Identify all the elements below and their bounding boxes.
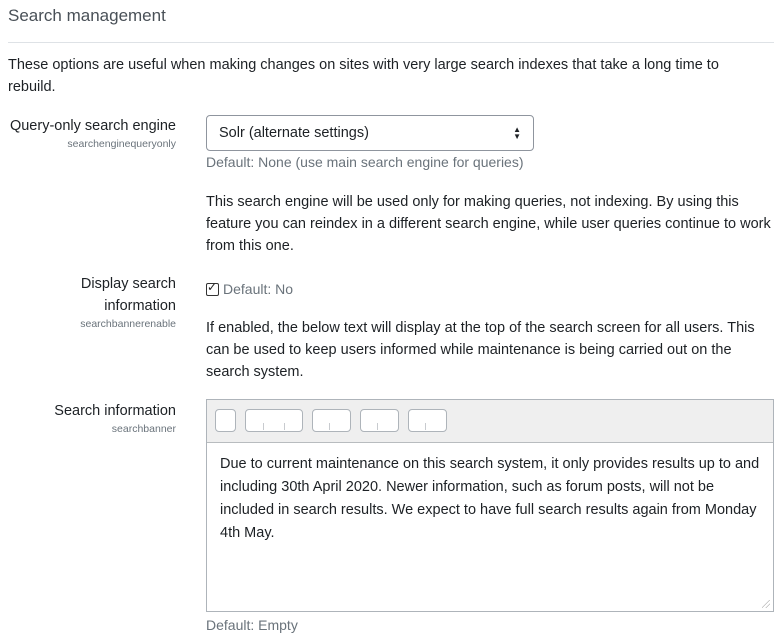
toolbar-separator (329, 423, 330, 430)
query-only-description: This search engine will be used only for… (206, 194, 771, 254)
section-divider (8, 42, 774, 43)
display-info-label-group: Display search information searchbannere… (8, 273, 176, 331)
toolbar-list-button[interactable] (360, 409, 399, 432)
toolbar-paragraph-button[interactable] (245, 409, 303, 432)
query-only-select[interactable]: Solr (alternate settings) ▲ ▼ (206, 115, 534, 151)
checkmark-icon: ✓ (207, 279, 218, 294)
section-intro: These options are useful when making cha… (8, 57, 719, 95)
search-management-page: Search management These options are usef… (0, 0, 783, 636)
display-info-setting-name: searchbannerenable (80, 318, 176, 330)
query-only-field: Solr (alternate settings) ▲ ▼ (206, 115, 534, 151)
toolbar-separator (284, 423, 285, 430)
search-info-label-group: Search information searchbanner (8, 400, 176, 436)
display-info-description: If enabled, the below text will display … (206, 320, 755, 380)
search-info-textarea[interactable]: Due to current maintenance on this searc… (207, 443, 773, 555)
toolbar-separator (263, 423, 264, 430)
search-info-setting-name: searchbanner (111, 423, 176, 435)
toolbar-separator (377, 423, 378, 430)
toolbar-link-button[interactable] (408, 409, 447, 432)
query-only-label: Query-only search engine (9, 118, 176, 134)
toolbar-format-button[interactable] (312, 409, 351, 432)
query-only-label-group: Query-only search engine searchengineque… (8, 115, 176, 151)
query-only-setting-name: searchenginequeryonly (67, 138, 176, 150)
resize-grip-icon[interactable] (762, 600, 770, 608)
section-title: Search management (8, 6, 166, 25)
editor-toolbar (207, 400, 773, 443)
search-info-editor: Due to current maintenance on this searc… (206, 399, 774, 612)
search-info-default: Default: Empty (206, 617, 298, 633)
search-info-label: Search information (54, 403, 176, 419)
toolbar-separator (425, 423, 426, 430)
toolbar-toggle-button[interactable] (215, 409, 236, 432)
display-info-checkbox[interactable]: ✓ (206, 279, 219, 296)
query-only-selected-value: Solr (alternate settings) (219, 125, 369, 141)
display-info-default: Default: No (223, 281, 294, 297)
display-info-label-line1: Display search (80, 276, 176, 292)
query-only-default: Default: None (use main search engine fo… (206, 154, 524, 170)
display-info-label-line2: information (104, 298, 176, 314)
select-updown-icon: ▲ ▼ (513, 125, 521, 141)
display-info-checkbox-row: ✓ Default: No (206, 278, 293, 300)
